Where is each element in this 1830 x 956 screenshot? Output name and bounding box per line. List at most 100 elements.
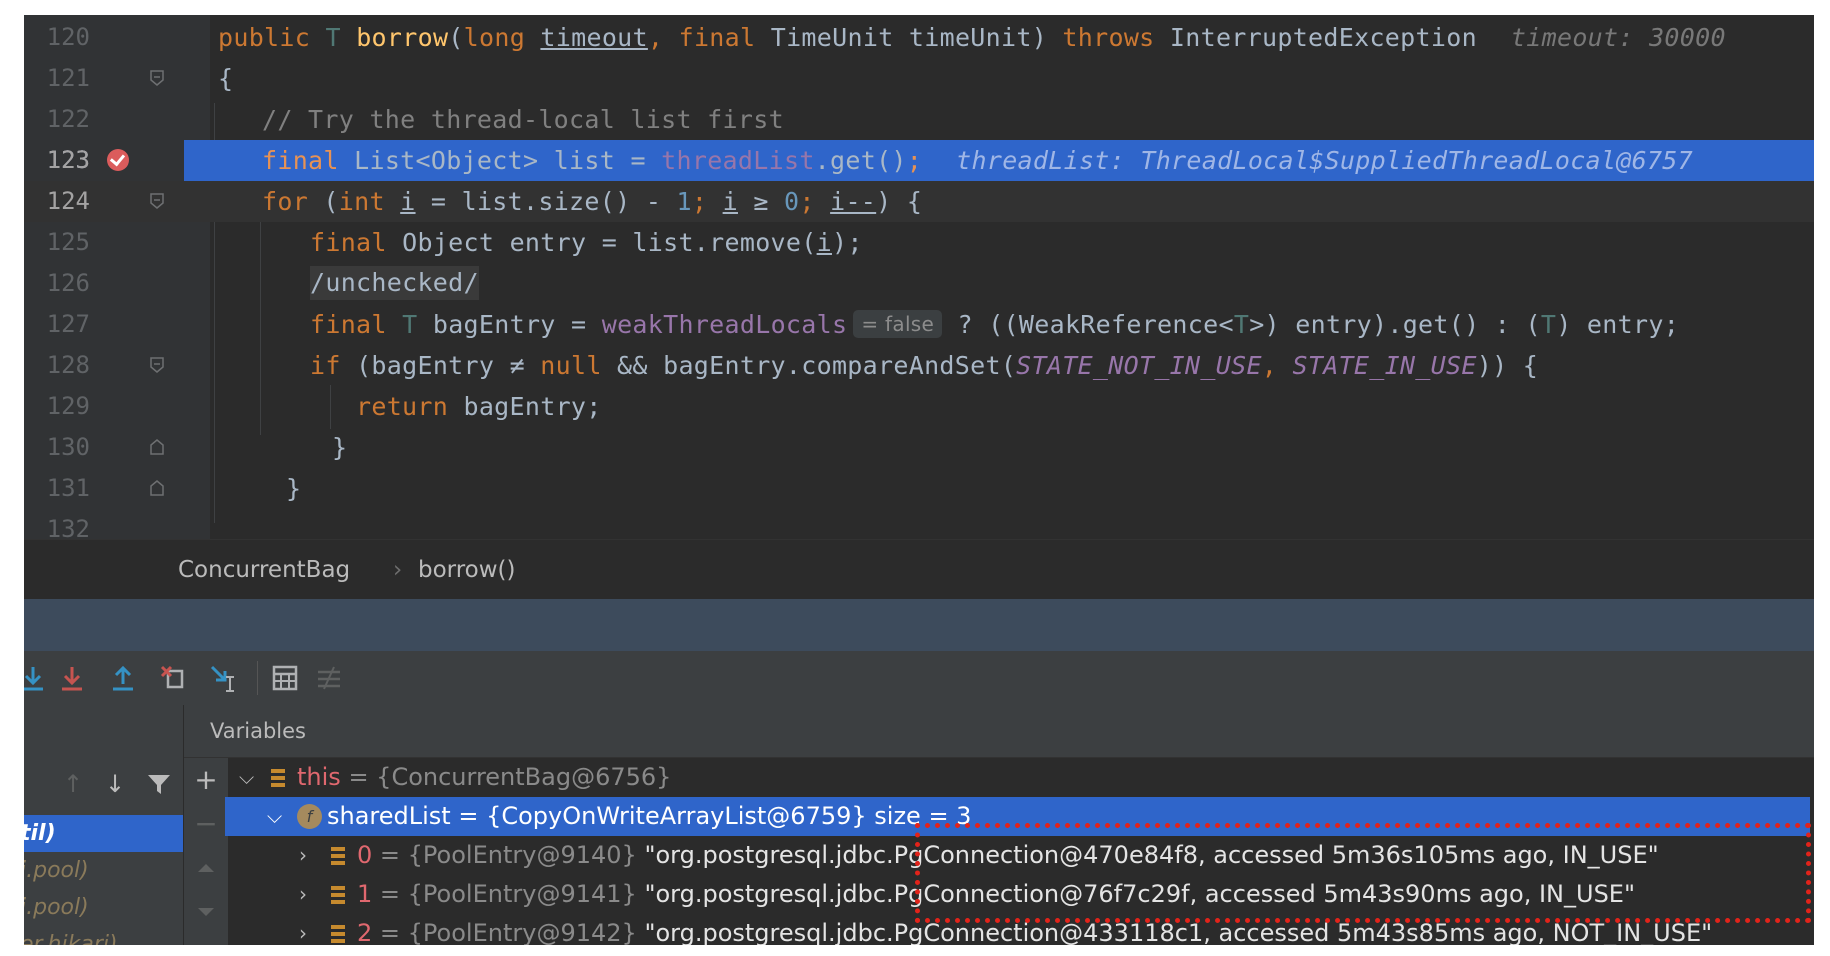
field-icon: f [297, 804, 322, 829]
line-number: 121 [46, 64, 90, 92]
code-annotation: /unchecked/ [310, 266, 479, 300]
line-number: 124 [46, 187, 90, 215]
code-line[interactable]: 124 for (int i = list.size() - 1; i ≥ 0;… [24, 181, 1814, 222]
breadcrumb: ConcurrentBag › borrow() [24, 539, 1814, 600]
variable-name: 2 [357, 919, 373, 945]
move-up-icon [198, 864, 214, 872]
line-number: 131 [46, 474, 90, 502]
fold-end-icon[interactable] [150, 480, 164, 496]
code-line[interactable]: 130 } [24, 427, 1814, 468]
fold-marker-icon[interactable] [150, 357, 164, 373]
debug-tab-strip [24, 599, 1814, 651]
chevron-right-icon[interactable]: › [299, 836, 307, 875]
breadcrumb-separator: › [393, 557, 403, 583]
remove-watch-icon: − [194, 807, 218, 840]
variable-string: "org.postgresql.jdbc.PgConnection@76f7c2… [644, 880, 1635, 908]
code-line[interactable]: 122 // Try the thread-local list first [24, 99, 1814, 140]
code-line[interactable]: 132 [24, 509, 1814, 539]
variable-icon [271, 769, 285, 787]
code-line[interactable]: 129 return bagEntry; [24, 386, 1814, 427]
variable-row[interactable]: › 0 = {PoolEntry@9140} "org.postgresql.j… [229, 836, 1814, 875]
inlay-hint: = false [853, 310, 943, 338]
variables-header: Variables [184, 705, 1814, 758]
breakpoint-icon[interactable] [107, 149, 129, 171]
line-number: 129 [46, 392, 90, 420]
code-line[interactable]: 120 public T borrow(long timeout, final … [24, 17, 1814, 58]
line-number: 132 [46, 515, 90, 539]
fold-marker-icon[interactable] [150, 193, 164, 209]
variables-title: Variables [210, 719, 306, 743]
variable-row-sharedlist[interactable]: ⌵ f sharedList = {CopyOnWriteArrayList@6… [225, 797, 1810, 836]
evaluate-expression-icon[interactable] [270, 663, 300, 693]
breakpoint-line[interactable]: 123 final List<Object> list = threadList… [47, 140, 1814, 181]
debug-toolbar [24, 651, 1814, 706]
variable-row[interactable]: › 1 = {PoolEntry@9141} "org.postgresql.j… [229, 875, 1814, 914]
step-over-icon[interactable] [24, 663, 48, 693]
run-to-cursor-icon[interactable] [208, 663, 238, 693]
line-number: 128 [46, 351, 90, 379]
frames-panel: ↑ ↓ til) i.pool) i.pool) er.hikari) [24, 705, 184, 945]
step-out-icon[interactable] [108, 663, 138, 693]
frame-item[interactable]: til) [24, 815, 183, 852]
code-text: { [218, 64, 234, 93]
code-editor[interactable]: 120 public T borrow(long timeout, final … [24, 15, 1814, 539]
frame-item[interactable]: er.hikari) [24, 926, 183, 945]
line-number: 123 [46, 146, 90, 174]
code-text: if (bagEntry ≠ null && bagEntry.compareA… [310, 351, 1539, 380]
filter-icon[interactable] [144, 769, 174, 799]
inline-debug-value: threadList: ThreadLocal$SuppliedThreadLo… [956, 146, 1694, 175]
chevron-down-icon[interactable]: ⌵ [267, 797, 282, 836]
variable-name: sharedList [327, 802, 451, 830]
chevron-right-icon[interactable]: › [299, 875, 307, 914]
code-text: } [286, 474, 302, 503]
variable-string: "org.postgresql.jdbc.PgConnection@433118… [644, 919, 1713, 945]
inline-debug-value: timeout: 30000 [1510, 23, 1726, 52]
code-text: final T bagEntry = weakThreadLocals = fal… [310, 310, 1680, 339]
chevron-down-icon[interactable]: ⌵ [239, 758, 254, 797]
line-number: 120 [46, 23, 90, 51]
variable-icon [331, 847, 345, 865]
frame-item[interactable]: i.pool) [24, 889, 183, 926]
chevron-right-icon[interactable]: › [299, 914, 307, 945]
previous-frame-icon[interactable]: ↑ [58, 769, 88, 799]
line-number: 130 [46, 433, 90, 461]
line-number: 126 [46, 269, 90, 297]
variable-icon [331, 886, 345, 904]
variable-row[interactable]: › 2 = {PoolEntry@9142} "org.postgresql.j… [229, 914, 1814, 945]
variable-name: 1 [357, 880, 373, 908]
variable-value: = {PoolEntry@9140} [379, 841, 637, 869]
variable-name: 0 [357, 841, 373, 869]
code-text: return bagEntry; [356, 392, 602, 421]
code-line[interactable]: 121 { [24, 58, 1814, 99]
variable-row-this[interactable]: ⌵ this = {ConcurrentBag@6756} [229, 758, 1814, 797]
code-line[interactable]: 128 if (bagEntry ≠ null && bagEntry.comp… [24, 345, 1814, 386]
add-watch-icon[interactable]: + [190, 764, 222, 796]
step-into-icon[interactable] [57, 663, 87, 693]
variables-tree: ⌵ this = {ConcurrentBag@6756} ⌵ f shared… [225, 758, 1814, 945]
toolbar-divider [257, 661, 258, 695]
variable-value: = {PoolEntry@9141} [379, 880, 637, 908]
line-number: 125 [46, 228, 90, 256]
breadcrumb-method[interactable]: borrow() [418, 540, 516, 600]
fold-end-icon[interactable] [150, 439, 164, 455]
variable-value: = {CopyOnWriteArrayList@6759} size = 3 [458, 802, 972, 830]
ide-window: 120 public T borrow(long timeout, final … [24, 15, 1814, 945]
variable-string: "org.postgresql.jdbc.PgConnection@470e84… [644, 841, 1659, 869]
code-text: } [332, 433, 348, 462]
code-line[interactable]: 127 final T bagEntry = weakThreadLocals =… [24, 304, 1814, 345]
code-line[interactable]: 131 } [24, 468, 1814, 509]
line-number: 122 [46, 105, 90, 133]
variables-side-toolbar: + − [184, 758, 229, 945]
fold-marker-icon[interactable] [150, 70, 164, 86]
code-line[interactable]: 125 final Object entry = list.remove(i); [24, 222, 1814, 263]
line-number: 127 [46, 310, 90, 338]
code-text: final List<Object> list = threadList.get… [262, 146, 1694, 175]
variable-name: this [297, 763, 341, 791]
code-line[interactable]: 126 /unchecked/ [24, 263, 1814, 304]
code-text: for (int i = list.size() - 1; i ≥ 0; i--… [262, 187, 923, 216]
code-text: public T borrow(long timeout, final Time… [218, 23, 1726, 52]
next-frame-icon[interactable]: ↓ [100, 769, 130, 799]
drop-frame-icon[interactable] [158, 663, 188, 693]
breadcrumb-class[interactable]: ConcurrentBag [178, 540, 350, 600]
frame-item[interactable]: i.pool) [24, 852, 183, 889]
